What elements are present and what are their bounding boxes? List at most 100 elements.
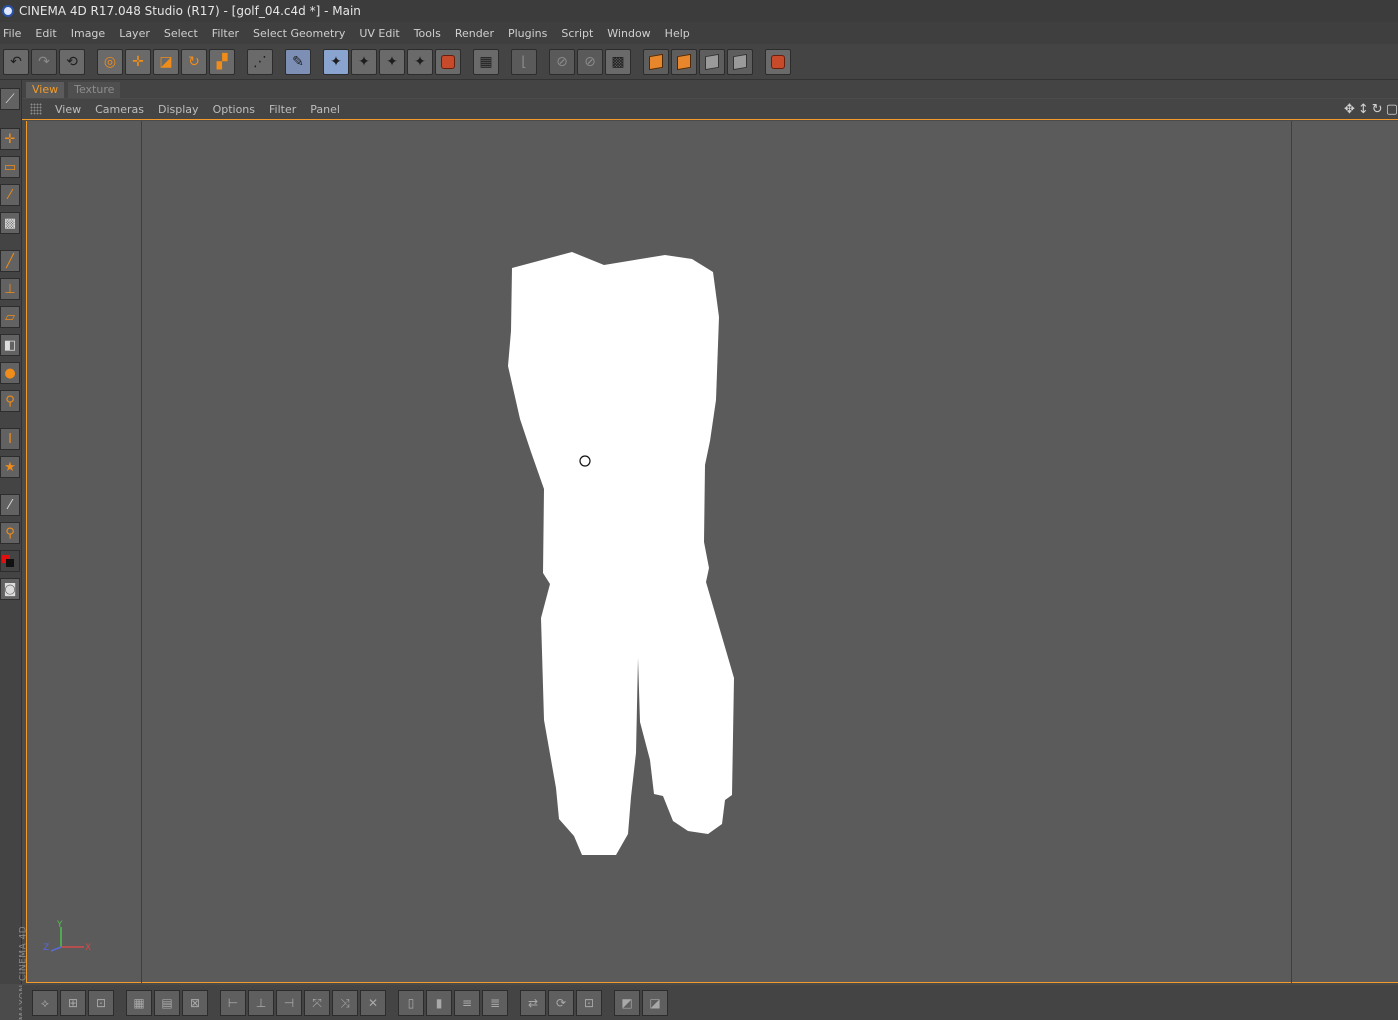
redo-icon[interactable]: ↷ — [31, 49, 57, 75]
uv-edges-icon[interactable]: ✦ — [351, 49, 377, 75]
snap-icon[interactable]: ⋰ — [247, 49, 273, 75]
axis-y-label: Y — [56, 920, 63, 930]
menu-image[interactable]: Image — [64, 27, 112, 40]
maxon-branding: MAXON CINEMA 4D — [18, 925, 29, 1020]
transform-2-icon[interactable]: ◪ — [642, 990, 668, 1016]
smudge-icon[interactable]: ⚲ — [0, 390, 20, 412]
stack-icon[interactable]: ≡ — [454, 990, 480, 1016]
render-view-icon[interactable]: ▦ — [473, 49, 499, 75]
swap-icon[interactable]: ⇄ — [520, 990, 546, 1016]
cinema4d-logo-icon — [2, 5, 14, 17]
rotate-uv-icon[interactable]: ⟳ — [548, 990, 574, 1016]
cross-icon[interactable]: ✕ — [360, 990, 386, 1016]
align-right-icon[interactable]: ⊣ — [276, 990, 302, 1016]
distribute-v-icon[interactable]: ▮ — [426, 990, 452, 1016]
axis-lock-2-icon[interactable]: ⊘ — [577, 49, 603, 75]
tab-view[interactable]: View — [26, 82, 65, 98]
workplane-tool-icon[interactable]: ⟋ — [0, 88, 20, 110]
viewport-menu-options[interactable]: Options — [206, 103, 262, 116]
menu-filter[interactable]: Filter — [205, 27, 246, 40]
stack-2-icon[interactable]: ≣ — [482, 990, 508, 1016]
menu-script[interactable]: Script — [554, 27, 600, 40]
axis-lock-icon[interactable]: ⊘ — [549, 49, 575, 75]
mask-icon[interactable]: ◙ — [0, 578, 20, 600]
uv-map-icon[interactable]: ⟡ — [32, 990, 58, 1016]
axis-z-label: Z — [43, 943, 49, 953]
bottom-toolbar: ⟡ ⊞ ⊡ ▦ ▤ ⊠ ⊢ ⊥ ⊣ ⤧ ⤨ ✕ ▯ ▮ ≡ ≣ ⇄ ⟳ ⊡ ◩ … — [22, 985, 1398, 1020]
undo-icon[interactable]: ↶ — [3, 49, 29, 75]
viewport-menu-panel[interactable]: Panel — [303, 103, 347, 116]
move-icon[interactable]: ✛ — [125, 49, 151, 75]
align-left-icon[interactable]: ⊢ — [220, 990, 246, 1016]
scale-icon[interactable]: ◪ — [153, 49, 179, 75]
render-settings-icon[interactable] — [765, 49, 791, 75]
tab-texture[interactable]: Texture — [68, 82, 121, 98]
cube-front-icon[interactable] — [671, 49, 697, 75]
menu-tools[interactable]: Tools — [407, 27, 448, 40]
viewport-menu-view[interactable]: View — [48, 103, 88, 116]
fit-icon[interactable]: ⊡ — [576, 990, 602, 1016]
checker-tool-icon[interactable]: ▩ — [0, 212, 20, 234]
viewport-menu-filter[interactable]: Filter — [262, 103, 303, 116]
cube-side-icon[interactable] — [699, 49, 725, 75]
uv-canvas — [508, 252, 734, 855]
stamp-icon[interactable]: ⊥ — [0, 278, 20, 300]
uv-polygon-select-icon[interactable]: ✦ — [407, 49, 433, 75]
menu-select-geometry[interactable]: Select Geometry — [246, 27, 352, 40]
fill-drop-icon[interactable]: ● — [0, 362, 20, 384]
checker-icon[interactable]: ▩ — [605, 49, 631, 75]
uv-polygons-icon[interactable]: ✦ — [379, 49, 405, 75]
cube-gray-icon[interactable] — [727, 49, 753, 75]
frame-icon[interactable]: ⊞ — [60, 990, 86, 1016]
viewport-menu-cameras[interactable]: Cameras — [88, 103, 151, 116]
menu-select[interactable]: Select — [157, 27, 205, 40]
move-tool-icon[interactable]: ✛ — [0, 128, 20, 150]
recent-tools-icon[interactable]: ▞ — [209, 49, 235, 75]
maximize-icon[interactable]: ▢ — [1386, 102, 1398, 117]
mirror-u-icon[interactable]: ⤧ — [304, 990, 330, 1016]
pixel-grid-icon[interactable]: ▤ — [154, 990, 180, 1016]
uv-points-icon[interactable]: ✦ — [323, 49, 349, 75]
uv-viewport[interactable]: Y X Z — [26, 121, 1398, 983]
eraser-icon[interactable]: ▱ — [0, 306, 20, 328]
uv-mesh-silhouette[interactable] — [508, 252, 734, 855]
relax-icon[interactable]: ⊠ — [182, 990, 208, 1016]
uv-layer-icon[interactable] — [435, 49, 461, 75]
align-bottom-icon[interactable]: ⊥ — [248, 990, 274, 1016]
star-shape-icon[interactable]: ★ — [0, 456, 20, 478]
uv-options-icon[interactable]: ⊡ — [88, 990, 114, 1016]
gradient-icon[interactable]: ◧ — [0, 334, 20, 356]
menu-uv-edit[interactable]: UV Edit — [352, 27, 406, 40]
viewport-menu-display[interactable]: Display — [151, 103, 206, 116]
undo-view-icon[interactable]: ⟲ — [59, 49, 85, 75]
menu-edit[interactable]: Edit — [28, 27, 63, 40]
dolly-icon[interactable]: ↕ — [1358, 102, 1369, 117]
workplane-icon[interactable]: ⌊ — [511, 49, 537, 75]
orbit-icon[interactable]: ↻ — [1372, 102, 1383, 117]
eyedropper-icon[interactable]: ⁄ — [0, 494, 20, 516]
menu-window[interactable]: Window — [600, 27, 657, 40]
menu-render[interactable]: Render — [448, 27, 501, 40]
zoom-icon[interactable]: ⚲ — [0, 522, 20, 544]
menu-help[interactable]: Help — [658, 27, 697, 40]
transform-icon[interactable]: ◩ — [614, 990, 640, 1016]
mirror-v-icon[interactable]: ⤨ — [332, 990, 358, 1016]
magic-wand-icon[interactable]: ⁄ — [0, 184, 20, 206]
color-swatch-icon[interactable] — [0, 550, 20, 572]
grid-snap-icon[interactable]: ▦ — [126, 990, 152, 1016]
live-selection-icon[interactable]: ◎ — [97, 49, 123, 75]
distribute-h-icon[interactable]: ▯ — [398, 990, 424, 1016]
menu-layer[interactable]: Layer — [112, 27, 157, 40]
main-toolbar: ↶ ↷ ⟲ ◎ ✛ ◪ ↻ ▞ ⋰ ✎ ✦ ✦ ✦ ✦ ▦ ⌊ ⊘ ⊘ ▩ — [0, 44, 1398, 80]
grip-icon[interactable] — [30, 103, 42, 115]
text-tool-icon[interactable]: I — [0, 428, 20, 450]
paint-3d-icon[interactable]: ✎ — [285, 49, 311, 75]
menu-file[interactable]: File — [0, 27, 28, 40]
menu-plugins[interactable]: Plugins — [501, 27, 554, 40]
rectangle-select-icon[interactable]: ▭ — [0, 156, 20, 178]
pan-icon[interactable]: ✥ — [1344, 102, 1355, 117]
rotate-icon[interactable]: ↻ — [181, 49, 207, 75]
cube-orange-icon[interactable] — [643, 49, 669, 75]
brush-icon[interactable]: ╱ — [0, 250, 20, 272]
viewport-menu-bar: View Cameras Display Options Filter Pane… — [22, 99, 1398, 120]
